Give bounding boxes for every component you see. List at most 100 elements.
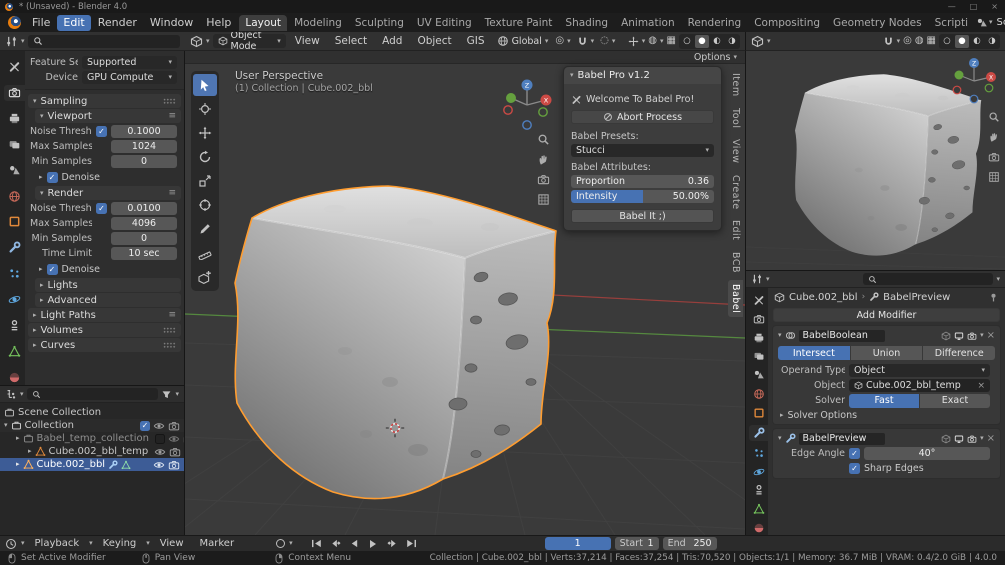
menu-view[interactable]: View	[289, 33, 326, 49]
tool-measure[interactable]	[193, 242, 217, 264]
snap2-chevron-icon[interactable]: ▾	[897, 38, 901, 45]
sidebar-tab-item[interactable]: Item	[728, 69, 743, 101]
edge-angle-checkbox[interactable]: ✓	[849, 448, 860, 459]
workspace-tab-sculpting[interactable]: Sculpting	[349, 15, 410, 31]
lights-panel-header[interactable]: ▸Lights	[35, 278, 181, 292]
tab-material[interactable]	[749, 521, 768, 535]
menu-view-timeline[interactable]: View	[154, 537, 190, 551]
abort-process-button[interactable]: Abort Process	[571, 110, 714, 124]
snap-chevron-icon[interactable]: ▾	[591, 38, 595, 45]
shading2-material-icon[interactable]: ◐	[970, 35, 984, 48]
shading-rendered-icon[interactable]: ◑	[725, 35, 739, 48]
viewport-denoise-checkbox[interactable]: ✓	[47, 172, 58, 183]
keying-set-chevron-icon[interactable]: ▾	[289, 540, 293, 547]
zoom-icon[interactable]	[988, 111, 1000, 123]
sidebar-tab-edit[interactable]: Edit	[728, 216, 743, 244]
modifier-name-field[interactable]: BabelBoolean	[799, 330, 885, 342]
expand-toggle-icon[interactable]: ▸	[16, 461, 20, 468]
scene-selector[interactable]: Scene	[994, 17, 1005, 28]
breadcrumb-object[interactable]: Cube.002_bbl	[789, 292, 858, 303]
menu-keying[interactable]: Keying	[97, 537, 143, 551]
exclude-checkbox[interactable]: ✓	[140, 421, 150, 431]
ortho-grid-icon[interactable]	[988, 171, 1000, 183]
pivot2-icon[interactable]: ◎	[903, 36, 912, 46]
curves-panel-header[interactable]: ▸Curves	[28, 338, 181, 352]
close-button[interactable]: ×	[984, 2, 1005, 11]
render-min-samples-field[interactable]: 0	[111, 232, 177, 245]
workspace-tab-geometry-nodes[interactable]: Geometry Nodes	[827, 15, 928, 31]
workspace-tab-modeling[interactable]: Modeling	[288, 15, 348, 31]
extras-chevron-icon[interactable]: ▾	[980, 435, 984, 442]
proportional-chevron-icon[interactable]: ▾	[612, 38, 616, 45]
outliner-search-input[interactable]	[27, 388, 159, 400]
tab-scene[interactable]	[749, 368, 768, 382]
sharp-edges-checkbox[interactable]: ✓	[849, 463, 860, 474]
solver-fast-button[interactable]: Fast	[849, 394, 919, 408]
outliner-row-scene-collection[interactable]: Scene Collection	[0, 406, 184, 419]
intensity-slider[interactable]: Intensity 50.00%	[571, 190, 714, 203]
render-denoise-row[interactable]: ▸ ✓ Denoise	[25, 261, 184, 277]
maximize-button[interactable]: □	[963, 2, 985, 11]
sidebar-tab-babel[interactable]: Babel	[728, 280, 743, 317]
tab-tool[interactable]	[4, 59, 25, 75]
tab-output[interactable]	[4, 111, 25, 127]
operand-type-dropdown[interactable]: Object▾	[849, 364, 990, 377]
drag-grip-icon[interactable]	[163, 327, 176, 333]
outliner-row-babel-temp-collection[interactable]: ▸ Babel_temp_collection	[0, 432, 184, 445]
tool-add-cube[interactable]	[193, 266, 217, 288]
workspace-tab-shading[interactable]: Shading	[559, 15, 614, 31]
exclude-checkbox[interactable]	[155, 434, 165, 444]
frame-end-field[interactable]: End250	[663, 537, 717, 550]
minimize-button[interactable]: —	[941, 2, 963, 11]
tool-rotate[interactable]	[193, 146, 217, 168]
tab-material[interactable]	[4, 369, 25, 385]
viewport-editor-chevron-icon[interactable]: ▾	[206, 38, 210, 45]
sidebar-tab-create[interactable]: Create	[728, 171, 743, 214]
navigation-gizmo[interactable]: X Z	[504, 80, 552, 130]
snap-magnet2-icon[interactable]	[883, 36, 894, 47]
ortho-grid-icon[interactable]	[537, 193, 550, 206]
render-noise-field[interactable]: 0.0100	[111, 202, 177, 215]
menu-help[interactable]: Help	[200, 15, 237, 31]
viewport-noise-field[interactable]: 0.1000	[111, 125, 177, 138]
xray-toggle-icon[interactable]: ▦	[667, 36, 676, 46]
delete-modifier-icon[interactable]: ×	[987, 330, 995, 341]
drag-grip-icon[interactable]	[163, 98, 176, 104]
hide-eye-icon[interactable]	[153, 459, 165, 471]
sampling-panel-header[interactable]: ▾Sampling	[28, 94, 181, 108]
tool-transform[interactable]	[193, 194, 217, 216]
workspace-tab-uv-editing[interactable]: UV Editing	[411, 15, 478, 31]
gizmo-toggle-icon[interactable]	[628, 36, 639, 47]
menu-marker[interactable]: Marker	[194, 537, 241, 551]
pivot-chevron-icon[interactable]: ▾	[567, 38, 571, 45]
babelboolean-header[interactable]: ▾ BabelBoolean ▾ ×	[776, 328, 997, 343]
play-reverse-button[interactable]	[347, 538, 362, 550]
shading2-solid-icon[interactable]: ●	[955, 35, 969, 48]
tab-constraints[interactable]	[4, 317, 25, 333]
proportional-edit-icon[interactable]: ◌	[597, 36, 609, 46]
tab-modifiers[interactable]	[749, 425, 768, 441]
babelpreview-header[interactable]: ▾ BabelPreview ▾ ×	[776, 431, 997, 446]
outliner-editor-chevron-icon[interactable]: ▾	[20, 391, 24, 398]
tab-output[interactable]	[749, 331, 768, 345]
pivot-point-icon[interactable]: ◎	[551, 36, 564, 46]
light-paths-panel-header[interactable]: ▸Light Paths≡	[28, 308, 181, 322]
tab-tool[interactable]	[749, 293, 768, 307]
menu-add[interactable]: Add	[376, 33, 408, 49]
tab-particles[interactable]	[749, 446, 768, 460]
outliner-row-cube-temp[interactable]: ▸ Cube.002_bbl_temp	[0, 445, 184, 458]
play-button[interactable]	[366, 538, 381, 550]
tab-world[interactable]	[4, 188, 25, 204]
menu-playback[interactable]: Playback	[29, 537, 86, 551]
collapse-icon[interactable]: ▾	[778, 435, 782, 442]
viewport-editor-icon[interactable]	[190, 35, 203, 48]
shading2-wireframe-icon[interactable]: ○	[940, 35, 954, 48]
workspace-tab-animation[interactable]: Animation	[615, 15, 681, 31]
tab-physics[interactable]	[4, 292, 25, 308]
menu-gis[interactable]: GIS	[461, 33, 491, 49]
options-dropdown[interactable]: Options	[694, 52, 731, 63]
camera-view-icon[interactable]	[537, 173, 550, 186]
modifier-name-field[interactable]: BabelPreview	[799, 433, 885, 445]
proportion-slider[interactable]: Proportion 0.36	[571, 175, 714, 188]
outliner-editor-icon[interactable]	[5, 388, 17, 400]
